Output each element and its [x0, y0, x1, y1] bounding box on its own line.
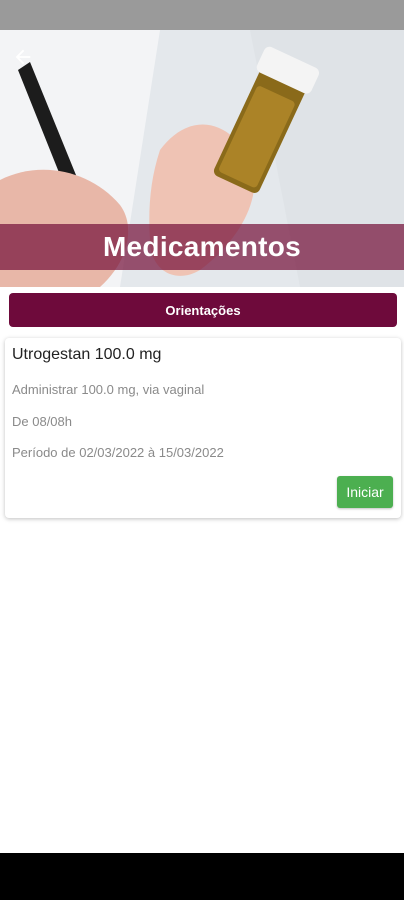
medication-name: Utrogestan 100.0 mg: [12, 346, 162, 363]
page-title: Medicamentos: [102, 231, 302, 262]
medication-period: Período de 02/03/2022 à 15/03/2022: [12, 445, 224, 460]
medication-frequency: De 08/08h: [12, 414, 72, 429]
medication-card: Utrogestan 100.0 mg Administrar 100.0 mg…: [5, 338, 401, 518]
start-button[interactable]: Iniciar: [337, 476, 393, 508]
back-button[interactable]: [12, 46, 42, 76]
header-image: Medicamentos: [0, 30, 404, 287]
status-bar: [0, 0, 404, 30]
orientations-button[interactable]: Orientações: [9, 293, 397, 327]
arrow-left-icon: [15, 49, 31, 65]
navigation-bar: [0, 853, 404, 900]
medication-administration: Administrar 100.0 mg, via vaginal: [12, 382, 205, 397]
title-band: Medicamentos: [0, 224, 404, 270]
